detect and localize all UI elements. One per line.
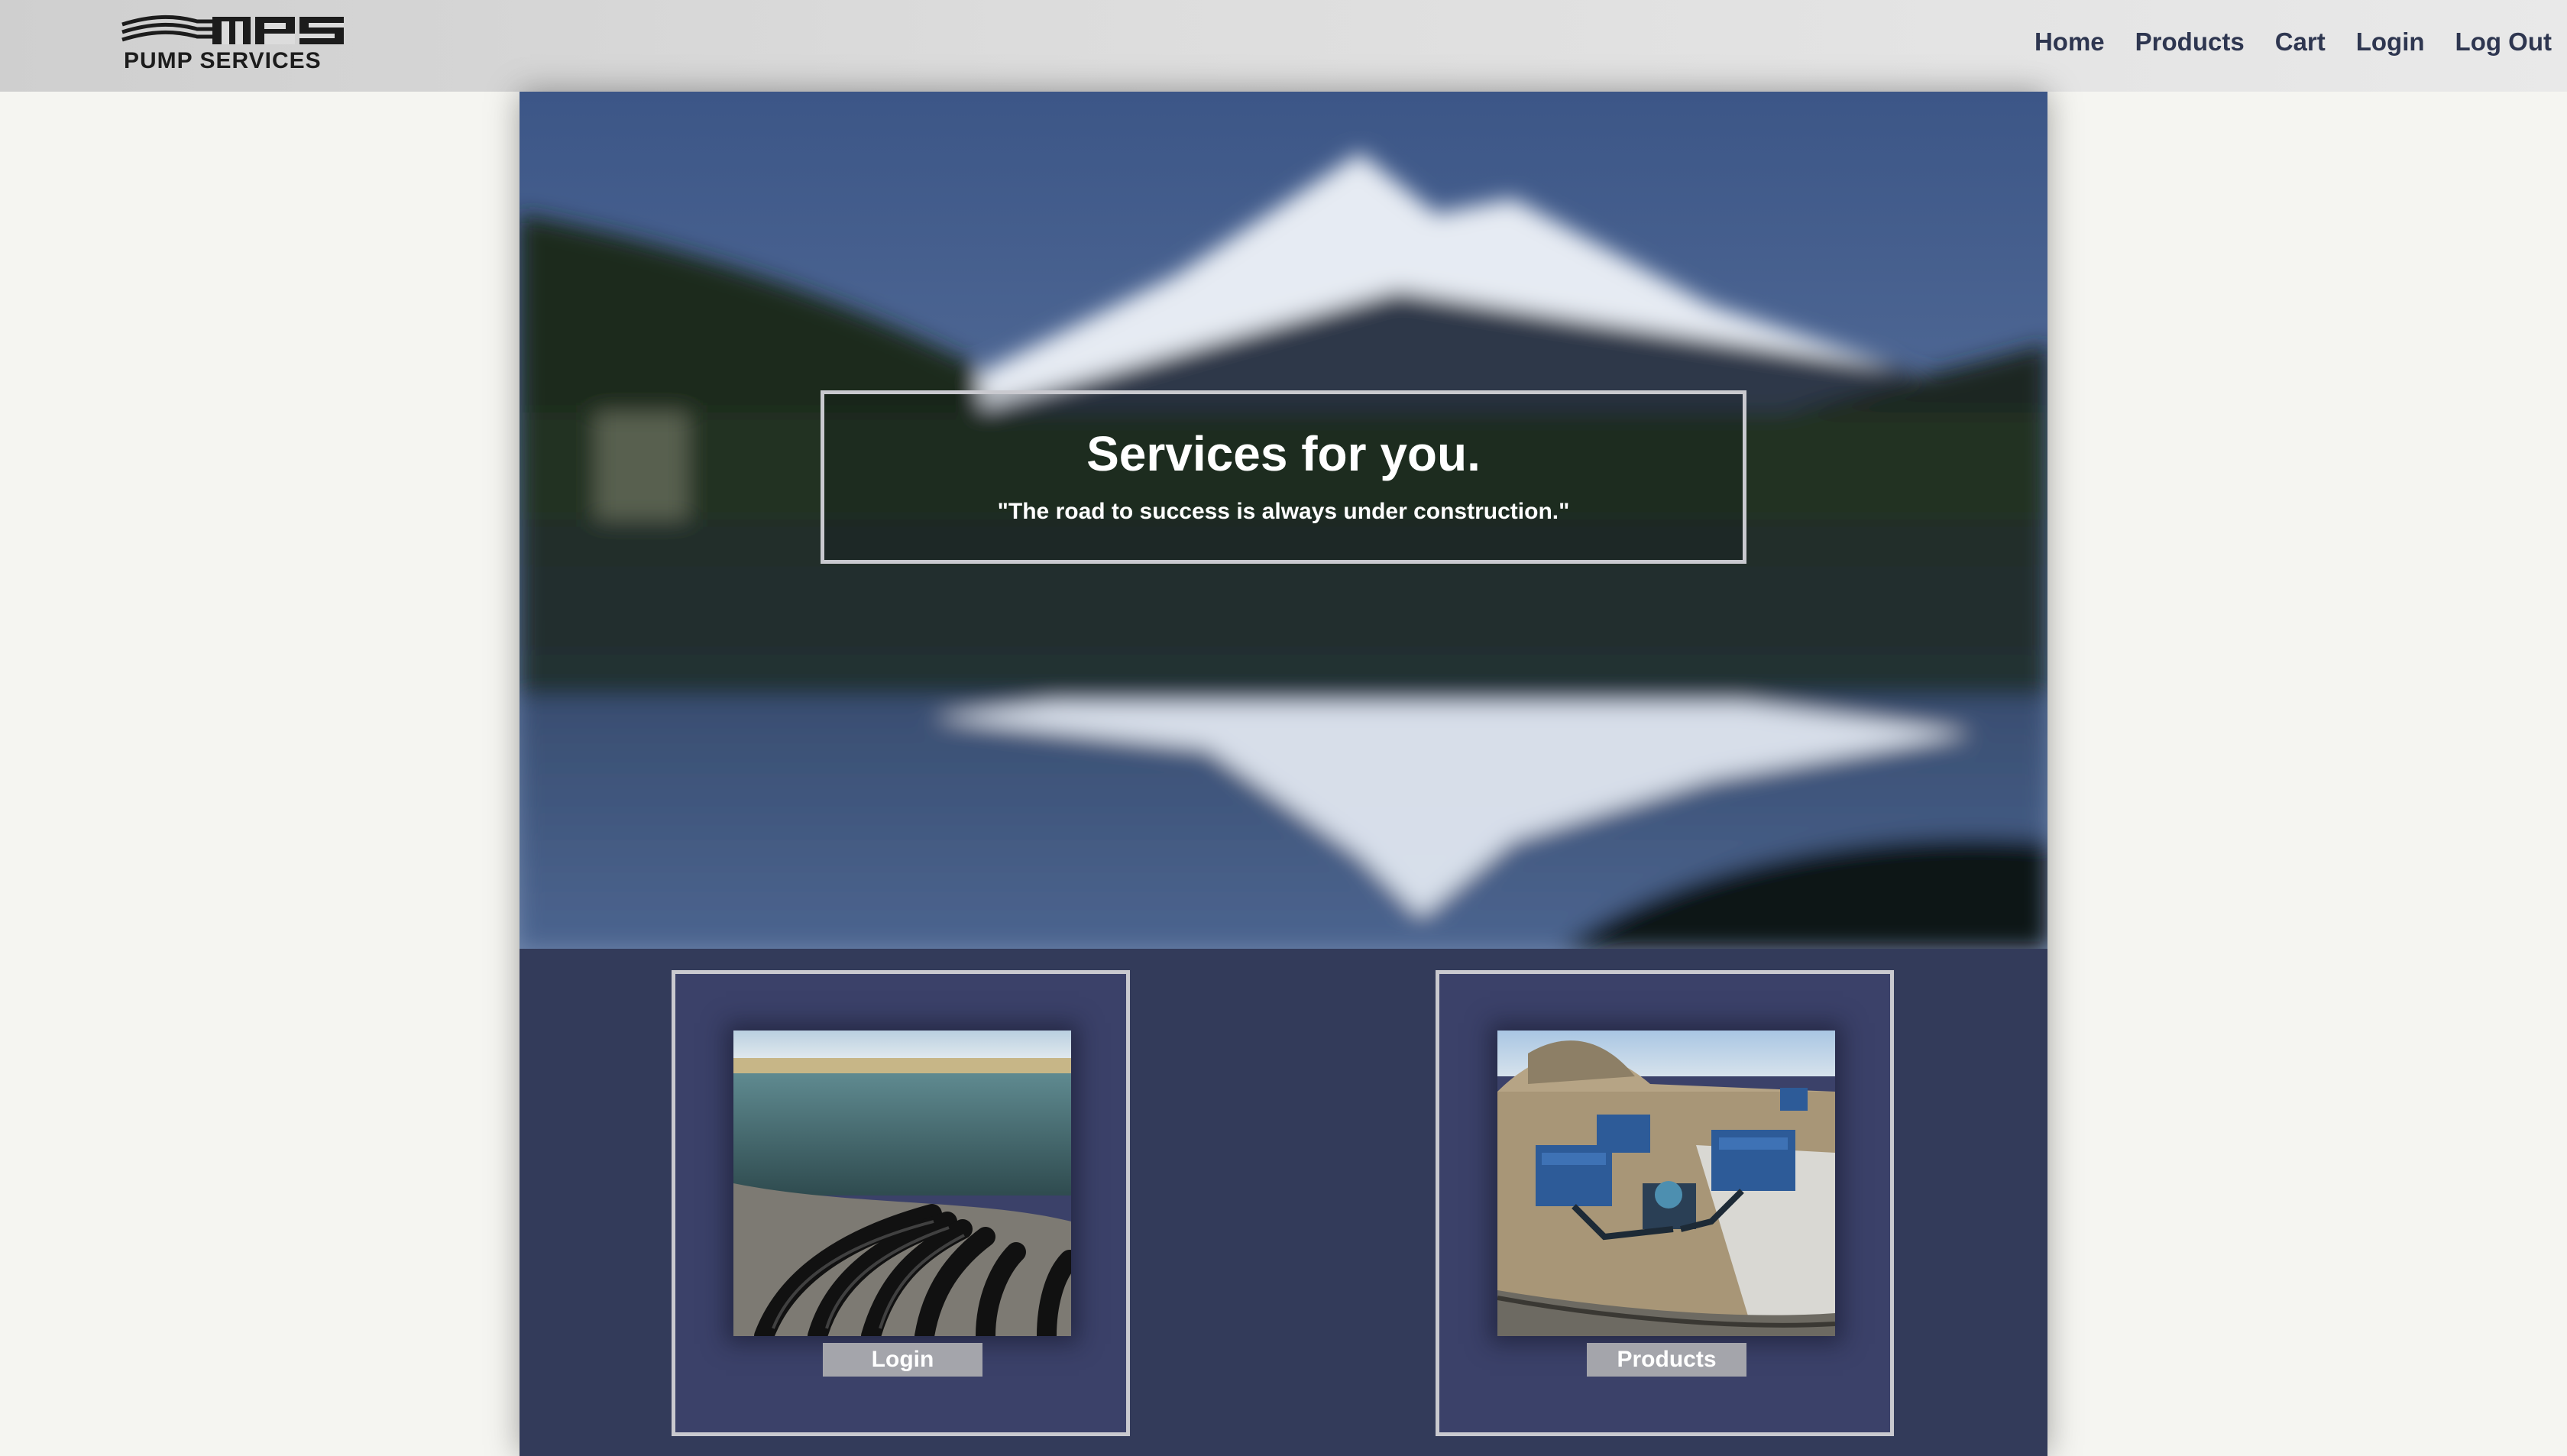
- pump-units-photo-image: [1497, 1031, 1835, 1336]
- content-column: Services for you. "The road to success i…: [520, 92, 2047, 1456]
- nav-cart-link[interactable]: Cart: [2275, 28, 2326, 57]
- main-nav: Home Products Cart Login Log Out: [2035, 28, 2552, 57]
- hero-title: Services for you.: [1086, 426, 1481, 481]
- brand-logo[interactable]: PUMP SERVICES: [121, 14, 346, 73]
- nav-products-link[interactable]: Products: [2135, 28, 2245, 57]
- top-navbar: PUMP SERVICES Home Products Cart Login L…: [0, 0, 2567, 92]
- products-button[interactable]: Products: [1587, 1343, 1746, 1377]
- hero-quote: "The road to success is always under con…: [997, 499, 1570, 524]
- pipelines-photo-image: [733, 1031, 1071, 1336]
- hero-text-frame: Services for you. "The road to success i…: [821, 390, 1746, 564]
- logo-mark-icon: [121, 15, 344, 44]
- nav-home-link[interactable]: Home: [2035, 28, 2105, 57]
- hero-banner: Services for you. "The road to success i…: [520, 92, 2047, 949]
- logo-text: PUMP SERVICES: [124, 48, 322, 73]
- nav-login-link[interactable]: Login: [2356, 28, 2425, 57]
- pump-site-photo[interactable]: [1497, 1031, 1835, 1336]
- login-button[interactable]: Login: [823, 1343, 982, 1377]
- products-card: Products: [1436, 970, 1894, 1436]
- nav-logout-link[interactable]: Log Out: [2455, 28, 2552, 57]
- login-card: Login: [672, 970, 1130, 1436]
- pipelines-lake-photo[interactable]: [733, 1031, 1071, 1336]
